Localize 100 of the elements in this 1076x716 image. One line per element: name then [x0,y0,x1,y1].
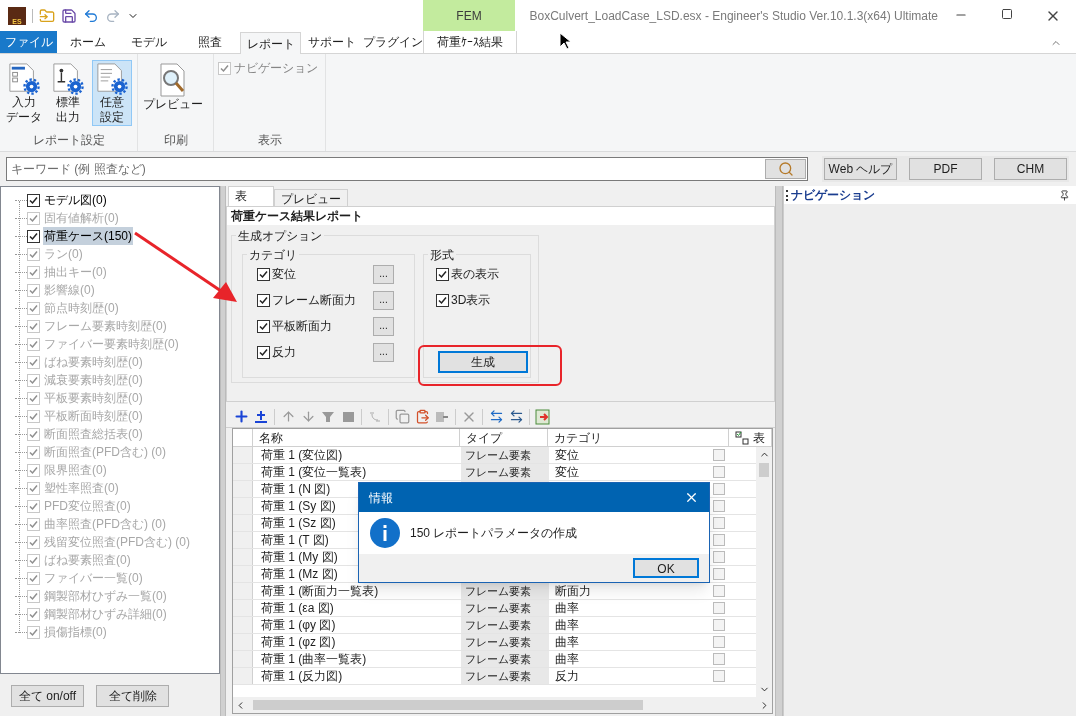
checkbox-label: 平板断面力 [272,318,332,335]
group-box-label: カテゴリ [247,246,299,264]
redo-icon[interactable] [105,8,121,24]
search-field[interactable]: キーワード (例 照査など) [6,157,808,181]
table-cell-text: 反力 [555,668,579,685]
ellipsis-button[interactable]: ... [373,342,394,362]
add-icon[interactable] [232,407,250,426]
column-title: 名称 [258,429,283,446]
table-cell-text: 荷重 1 (My 図) [261,549,338,566]
checkbox[interactable] [257,293,270,307]
scroll-thumb[interactable] [253,700,643,710]
dropdown-icon[interactable] [713,670,725,682]
table-cell-text: フレーム要素 [465,600,531,616]
ribbon-button[interactable]: 標準 出力 [48,60,88,126]
pin-icon[interactable] [1059,189,1070,201]
dropdown-icon[interactable] [713,517,725,529]
column-header[interactable]: タイプ [460,429,548,446]
checkbox-label: 変位 [272,266,296,283]
splitter[interactable] [220,186,226,716]
ribbon-button[interactable]: プレビュー [142,60,204,126]
table-cell-text: 曲率 [555,600,579,617]
table-cell-text: フレーム要素 [465,651,531,667]
vertical-scrollbar[interactable] [756,447,772,697]
table-cell: 変位 [555,447,579,464]
ribbon-button[interactable]: 入力 データ [4,60,44,126]
context-tab-header: FEM [422,0,516,32]
checkbox[interactable] [436,293,449,307]
ok-button[interactable]: OK [633,558,699,578]
ellipsis-button[interactable]: ... [373,290,394,310]
column-header[interactable]: 名称 [252,429,461,446]
group-label: 印刷 [162,132,189,149]
tree-button[interactable]: 全て削除 [96,685,169,707]
ribbon-tab[interactable]: サポート [301,31,362,53]
help-button[interactable]: CHM [994,158,1067,180]
checkbox[interactable] [257,267,270,281]
scroll-right-icon[interactable] [759,699,770,711]
button-label: プレビュー [143,97,203,112]
horizontal-scrollbar[interactable] [233,697,772,713]
ribbon-tab[interactable]: 荷重ｹｰｽ結果 [423,31,517,53]
close-icon[interactable] [684,490,699,505]
table-cell-text: フレーム要素 [465,464,531,480]
dropdown-icon[interactable] [713,568,725,580]
generate-button[interactable]: 生成 [438,351,528,373]
table-cell-text: 曲率 [555,617,579,634]
dropdown-icon[interactable] [713,500,725,512]
table-cell-text: 荷重 1 (反力図) [261,668,343,685]
tree-button[interactable]: 全て on/off [11,685,84,707]
ribbon-tab[interactable]: ファイル [0,31,57,53]
table-cell-text: フレーム要素 [465,668,531,684]
checkbox[interactable] [27,193,40,207]
table-cell-text: 曲率 [555,634,579,651]
column-title: カテゴリ [553,429,602,446]
table-cell-text: フレーム要素 [465,634,531,650]
dropdown-icon[interactable] [713,483,725,495]
dropdown-icon[interactable] [713,636,725,648]
dropdown-icon[interactable] [713,551,725,563]
dropdown-icon[interactable] [713,449,725,461]
dialog-title: 情報 [369,489,393,507]
button-label: データ [6,110,42,125]
document-magnifier-icon [158,63,188,97]
copy-icon[interactable] [393,407,411,426]
column-header[interactable]: 表 [729,429,772,446]
dropdown-icon[interactable] [713,602,725,614]
tab[interactable]: 表 [228,186,274,206]
checkbox[interactable] [257,345,270,359]
folder-icon[interactable] [39,8,55,24]
column-header[interactable]: カテゴリ [547,429,730,446]
dropdown-icon[interactable] [713,619,725,631]
ellipsis-button[interactable]: ... [373,264,394,284]
checkbox[interactable] [257,319,270,333]
group-label: レポート設定 [31,132,106,149]
ribbon-tab[interactable]: モデル [118,31,179,53]
search-input[interactable]: キーワード (例 照査など) [7,160,765,178]
ribbon-tab[interactable]: プラグイン [362,31,423,53]
save-icon[interactable] [61,8,77,24]
dropdown-icon[interactable] [713,466,725,478]
table-cell-text: 変位 [555,464,579,481]
dropdown-icon[interactable] [713,534,725,546]
checkbox[interactable] [27,229,40,243]
table-cell-text: 曲率 [555,651,579,668]
tab[interactable]: プレビュー [274,189,348,206]
scroll-thumb[interactable] [759,463,769,477]
search-button[interactable] [765,159,806,179]
checkbox[interactable] [436,267,449,281]
help-button[interactable]: PDF [909,158,982,180]
tree-item[interactable]: 荷重ケース(150) [43,227,133,245]
ribbon-tab[interactable]: 照査 [179,31,240,53]
dropdown-icon[interactable] [713,585,725,597]
table-cell-text: 荷重 1 (εa 図) [261,600,334,617]
dropdown-icon[interactable] [713,653,725,665]
tree-item[interactable]: モデル図(0) [43,191,108,209]
column-title: 表 [753,429,766,446]
ellipsis-button[interactable]: ... [373,316,394,336]
undo-icon[interactable] [83,8,99,24]
button-label: 設定 [100,110,124,125]
ribbon-tab[interactable]: ホーム [57,31,118,53]
ribbon-button[interactable]: 任意 設定 [92,60,132,126]
export-table-icon[interactable] [534,407,552,426]
help-button[interactable]: Web ヘルプ [824,158,897,180]
ribbon-tab[interactable]: レポート [240,32,301,54]
